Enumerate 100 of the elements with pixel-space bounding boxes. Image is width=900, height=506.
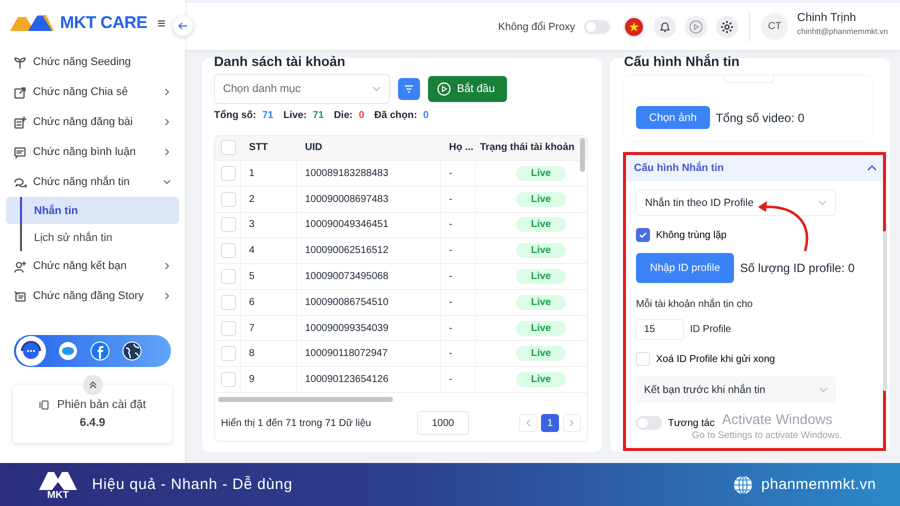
globe-icon[interactable] bbox=[122, 341, 142, 361]
interact-toggle[interactable]: Tương tác bbox=[636, 416, 715, 430]
delete-after-checkbox[interactable]: Xoá ID Profile khi gửi xong bbox=[636, 352, 775, 366]
sidebar-item[interactable]: Chức năng đăng bài bbox=[6, 107, 179, 137]
row-checkbox[interactable] bbox=[221, 243, 236, 258]
mkt-logo: MKT bbox=[38, 468, 78, 500]
id-count: Số lượng ID profile: 0 bbox=[740, 261, 855, 275]
per-account-field[interactable]: 15 bbox=[636, 319, 684, 340]
facebook-icon[interactable] bbox=[90, 341, 110, 361]
sidebar-subitem[interactable]: Lịch sử nhắn tin bbox=[6, 224, 179, 251]
column-header: Họ ... bbox=[441, 136, 476, 160]
stat-value: 0 bbox=[358, 110, 364, 121]
language-button[interactable] bbox=[623, 16, 646, 38]
message-mode-select[interactable]: Nhắn tin theo ID Profile bbox=[636, 189, 836, 216]
per-account-label: Mỗi tài khoản nhắn tin cho bbox=[636, 299, 753, 310]
website-link[interactable]: phanmemmkt.vn bbox=[761, 476, 876, 493]
category-select[interactable]: Chọn danh mục bbox=[214, 74, 390, 104]
filter-button[interactable] bbox=[398, 78, 420, 100]
status-badge: Live bbox=[516, 166, 566, 181]
panel-title: Danh sách tài khoản bbox=[214, 54, 346, 68]
activation-hint: Go to Settings to activate Windows. bbox=[692, 430, 842, 441]
scroll-up-button[interactable] bbox=[82, 375, 102, 395]
collapse-button[interactable] bbox=[173, 16, 193, 36]
table-cell: 100090123654126 bbox=[297, 367, 441, 392]
sidebar-item[interactable]: Chức năng kết bạn bbox=[6, 251, 179, 281]
sidebar-item[interactable]: Chức năng đăng Story bbox=[6, 281, 179, 311]
table-cell: - bbox=[441, 238, 476, 264]
chat-bubble-icon[interactable] bbox=[58, 341, 78, 361]
unit-label: ID Profile bbox=[690, 324, 732, 335]
status-badge: Live bbox=[516, 372, 566, 388]
stat-label: Tổng số: bbox=[214, 110, 256, 121]
sidebar-item[interactable]: Chức năng bình luận bbox=[6, 137, 179, 167]
table-cell: 100090049346451 bbox=[297, 212, 441, 238]
import-id-button[interactable]: Nhập ID profile bbox=[636, 253, 734, 283]
settings-button[interactable] bbox=[716, 16, 738, 38]
sidebar-subitem[interactable]: Nhắn tin bbox=[6, 197, 179, 224]
table-cell: - bbox=[441, 186, 476, 212]
chevron-right-icon bbox=[569, 419, 575, 428]
check-icon bbox=[638, 230, 648, 240]
table-cell: 100089183288483 bbox=[297, 160, 441, 186]
vertical-scrollbar bbox=[580, 138, 585, 172]
table-cell: 100090099354039 bbox=[297, 316, 441, 340]
row-checkbox[interactable] bbox=[221, 320, 236, 336]
app-logo-text: MKT CARE bbox=[60, 13, 148, 33]
notification-button[interactable] bbox=[654, 16, 676, 38]
row-checkbox[interactable] bbox=[221, 269, 236, 284]
row-checkbox[interactable] bbox=[221, 217, 236, 232]
globe-icon bbox=[733, 474, 754, 494]
double-chevron-up-icon bbox=[88, 381, 96, 389]
row-checkbox[interactable] bbox=[221, 372, 236, 388]
comment-icon bbox=[14, 146, 27, 158]
no-duplicate-checkbox[interactable]: Không trùng lặp bbox=[636, 228, 727, 242]
friend-mode-select[interactable]: Kết bạn trước khi nhắn tin bbox=[636, 376, 836, 403]
status-badge: Live bbox=[516, 320, 566, 336]
row-checkbox[interactable] bbox=[221, 192, 236, 207]
table-cell: 100090073495068 bbox=[297, 264, 441, 289]
stat-label: Đã chọn: bbox=[374, 110, 418, 121]
chevron-down-icon bbox=[372, 86, 381, 92]
table-cell: 7 bbox=[241, 316, 297, 340]
support-chat-icon[interactable] bbox=[16, 336, 46, 366]
post-icon bbox=[14, 116, 27, 128]
table-cell: - bbox=[441, 341, 476, 366]
section-header[interactable]: Cấu hình Nhắn tin bbox=[626, 155, 883, 181]
table-cell: 4 bbox=[241, 238, 297, 264]
table-cell: - bbox=[441, 290, 476, 315]
row-checkbox[interactable] bbox=[221, 346, 236, 362]
stat-value: 71 bbox=[312, 110, 324, 121]
page-size-field[interactable]: 1000 bbox=[417, 411, 469, 436]
row-checkbox[interactable] bbox=[221, 294, 236, 310]
stat-value: 0 bbox=[423, 110, 429, 121]
logo-icon bbox=[10, 13, 56, 33]
version-label: Phiên bản cài đặt bbox=[57, 399, 146, 411]
start-button[interactable]: Bắt đầu bbox=[428, 76, 507, 102]
page-button[interactable]: 1 bbox=[541, 414, 559, 432]
next-page-button[interactable] bbox=[563, 414, 581, 432]
sidebar-item[interactable]: Chức năng Chia sẻ bbox=[6, 77, 179, 107]
friend-icon bbox=[14, 260, 27, 272]
previous-page-button[interactable] bbox=[519, 414, 537, 432]
video-button[interactable] bbox=[685, 16, 708, 38]
select-all-checkbox[interactable] bbox=[221, 140, 236, 156]
menu-icon[interactable]: ≡ bbox=[157, 15, 166, 31]
choose-image-button[interactable]: Chọn ảnh bbox=[636, 106, 710, 129]
table-cell: 8 bbox=[241, 341, 297, 366]
slogan: Hiệu quả - Nhanh - Dễ dùng bbox=[92, 476, 294, 493]
bell-icon bbox=[659, 20, 672, 32]
sidebar-item[interactable]: Chức năng nhắn tin bbox=[6, 167, 179, 197]
chat-icon bbox=[14, 176, 27, 188]
play-circle-icon bbox=[689, 20, 704, 34]
sidebar-item[interactable]: Chức năng Seeding bbox=[6, 47, 179, 77]
panel-title: Cấu hình Nhắn tin bbox=[624, 54, 740, 68]
user-name: Chinh Trịnh bbox=[797, 12, 857, 24]
user-email: chinhtt@phanmemmkt.vn bbox=[797, 26, 888, 36]
stat-label: Die: bbox=[334, 110, 353, 121]
status-badge: Live bbox=[516, 269, 566, 284]
version-number: 6.4.9 bbox=[80, 417, 106, 429]
proxy-toggle[interactable] bbox=[584, 20, 610, 34]
story-icon bbox=[14, 290, 27, 302]
table-cell: 100090118072947 bbox=[297, 341, 441, 366]
play-circle-icon bbox=[437, 82, 451, 96]
row-checkbox[interactable] bbox=[221, 166, 236, 181]
